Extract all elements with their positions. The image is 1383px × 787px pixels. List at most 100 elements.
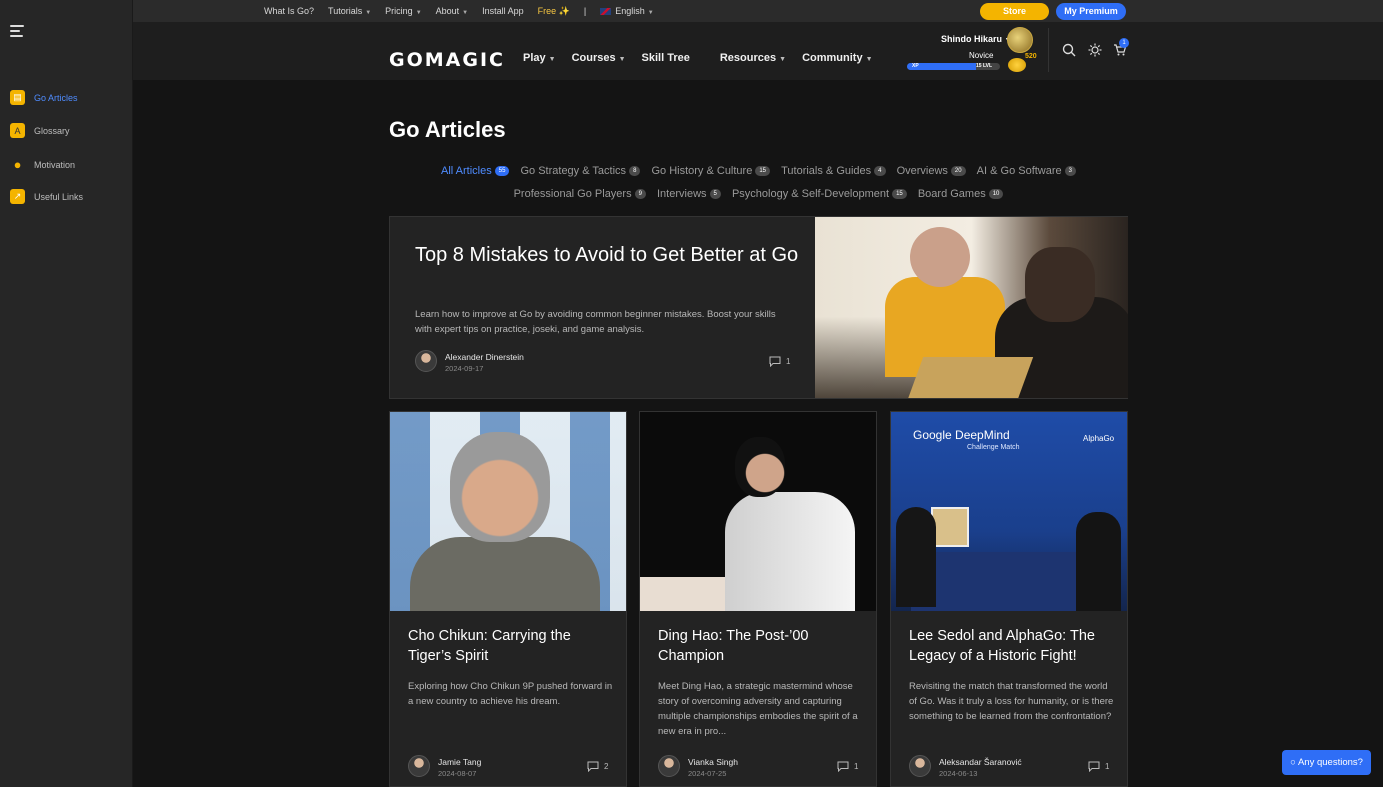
article-card[interactable]: Ding Hao: The Post-’00 Champion Meet Din…: [639, 411, 877, 787]
comment-icon: [587, 761, 599, 772]
topnav-install-app[interactable]: Install App: [482, 6, 524, 16]
category-label: Tutorials & Guides: [781, 165, 872, 177]
comment-count[interactable]: 1: [769, 356, 790, 367]
category-filters: All Articles 55 Go Strategy & Tactics 8 Go…: [389, 160, 1128, 206]
any-questions-button[interactable]: ○ Any questions?: [1282, 750, 1371, 775]
article-description: Revisiting the match that transformed th…: [909, 681, 1114, 722]
uk-flag-icon: [600, 8, 612, 16]
featured-article-card[interactable]: Top 8 Mistakes to Avoid to Get Better at…: [389, 216, 1128, 399]
article-image[interactable]: [390, 412, 626, 611]
category-label: Professional Go Players: [513, 188, 632, 200]
category-overviews[interactable]: Overviews 20: [897, 160, 966, 183]
topnav-about-label: About: [435, 6, 460, 16]
divider: [1048, 28, 1049, 72]
article-image[interactable]: [640, 412, 876, 611]
nav-courses-label: Courses: [571, 52, 616, 64]
logo[interactable]: GOMAGIC: [389, 49, 505, 71]
nav-skill-tree[interactable]: Skill Tree: [642, 52, 690, 64]
article-description: Meet Ding Hao, a strategic mastermind wh…: [658, 681, 858, 737]
article-description: Exploring how Cho Chikun 9P pushed forwa…: [408, 681, 613, 707]
divider: |: [583, 6, 587, 16]
category-go-history-culture[interactable]: Go History & Culture 15: [651, 160, 771, 183]
article-card[interactable]: Cho Chikun: Carrying the Tiger’s Spirit …: [389, 411, 627, 787]
my-premium-button[interactable]: My Premium: [1056, 3, 1126, 20]
author-name[interactable]: Aleksandar Šaranović: [939, 757, 1022, 767]
theme-toggle-icon[interactable]: [1088, 43, 1102, 57]
sidebar-item-glossary[interactable]: A Glossary: [10, 123, 70, 138]
article-title[interactable]: Ding Hao: The Post-’00 Champion: [658, 626, 863, 666]
article-image[interactable]: Google DeepMind Challenge Match AlphaGo: [891, 412, 1127, 611]
author-name[interactable]: Jamie Tang: [438, 757, 481, 767]
category-ai-go-software[interactable]: AI & Go Software 3: [977, 160, 1076, 183]
topnav-tutorials[interactable]: Tutorials ▼: [328, 6, 371, 16]
category-tutorials-guides[interactable]: Tutorials & Guides 4: [781, 160, 886, 183]
chevron-down-icon: ▼: [548, 56, 556, 63]
featured-article-title[interactable]: Top 8 Mistakes to Avoid to Get Better at…: [415, 242, 810, 269]
topnav-tutorials-label: Tutorials: [328, 6, 363, 16]
book-icon: ▤: [10, 90, 25, 105]
author-name[interactable]: Alexander Dinerstein: [445, 352, 524, 362]
sidebar-item-label: Motivation: [34, 159, 76, 170]
category-label: AI & Go Software: [976, 165, 1062, 177]
image-event-text: Challenge Match: [967, 444, 1020, 451]
author-avatar: [909, 755, 931, 777]
chevron-down-icon: ▼: [415, 10, 422, 16]
comment-count[interactable]: 2: [587, 761, 608, 772]
store-button[interactable]: Store: [980, 3, 1049, 20]
featured-article-image[interactable]: [815, 217, 1128, 398]
category-count-badge: 55: [494, 166, 510, 177]
category-count-badge: 15: [755, 166, 771, 177]
article-title[interactable]: Lee Sedol and AlphaGo: The Legacy of a H…: [909, 626, 1114, 666]
sidebar-item-go-articles[interactable]: ▤ Go Articles: [10, 90, 78, 105]
nav-community[interactable]: Community ▼: [802, 52, 872, 64]
comment-count[interactable]: 1: [1088, 761, 1109, 772]
category-count-badge: 8: [629, 166, 641, 177]
user-name[interactable]: Shindo Hikaru ▼: [941, 34, 1011, 44]
sidebar-item-motivation[interactable]: ● Motivation: [10, 157, 75, 172]
comment-icon: [837, 761, 849, 772]
comment-icon: [1088, 761, 1100, 772]
category-go-strategy-tactics[interactable]: Go Strategy & Tactics 8: [520, 160, 641, 183]
category-psychology-self-development[interactable]: Psychology & Self-Development 15: [732, 183, 907, 206]
author-avatar: [415, 350, 437, 372]
author-avatar: [408, 755, 430, 777]
category-label: Board Games: [917, 188, 986, 200]
top-nav: What Is Go? Tutorials ▼ Pricing ▼ About ▼ I…: [264, 0, 668, 22]
chat-icon: ○: [1290, 757, 1296, 768]
coins-icon: [1008, 58, 1026, 72]
category-all-articles[interactable]: All Articles 55: [441, 160, 510, 183]
article-card[interactable]: Google DeepMind Challenge Match AlphaGo …: [890, 411, 1128, 787]
page-title: Go Articles: [389, 117, 506, 142]
category-count-badge: 10: [988, 189, 1004, 200]
category-label: Overviews: [896, 165, 948, 177]
article-title[interactable]: Cho Chikun: Carrying the Tiger’s Spirit: [408, 626, 613, 666]
comment-count-value: 1: [1105, 762, 1110, 771]
category-professional-go-players[interactable]: Professional Go Players 9: [514, 183, 646, 206]
nav-resources[interactable]: Resources ▼: [720, 52, 786, 64]
comment-count-value: 1: [786, 357, 791, 366]
menu-toggle-icon[interactable]: [10, 25, 24, 37]
comment-count[interactable]: 1: [837, 761, 858, 772]
nav-courses[interactable]: Courses ▼: [572, 52, 626, 64]
search-icon[interactable]: [1062, 43, 1076, 57]
category-board-games[interactable]: Board Games 10: [918, 183, 1004, 206]
topnav-about[interactable]: About ▼: [436, 6, 468, 16]
chevron-down-icon: ▼: [365, 10, 372, 16]
avatar[interactable]: [1007, 27, 1033, 53]
user-rank: Novice: [969, 51, 994, 60]
language-selector[interactable]: English ▼: [600, 6, 654, 16]
article-date: 2024-06-13: [939, 769, 978, 778]
comment-count-value: 2: [604, 762, 609, 771]
category-interviews[interactable]: Interviews 5: [657, 183, 721, 206]
author-name[interactable]: Vianka Singh: [688, 757, 738, 767]
topnav-what-is-go[interactable]: What Is Go?: [264, 6, 314, 16]
topnav-pricing[interactable]: Pricing ▼: [385, 6, 421, 16]
nav-play[interactable]: Play ▼: [523, 52, 556, 64]
topnav-free[interactable]: Free ✨: [538, 6, 570, 17]
category-count-badge: 3: [1064, 166, 1076, 177]
category-count-badge: 15: [892, 189, 907, 200]
sidebar-item-useful-links[interactable]: ↗ Useful Links: [10, 189, 83, 204]
category-label: Go History & Culture: [651, 165, 753, 177]
sidebar: ▤ Go Articles A Glossary ● Motivation ↗ …: [0, 0, 133, 787]
image-brand-text: Google DeepMind: [913, 428, 1010, 442]
